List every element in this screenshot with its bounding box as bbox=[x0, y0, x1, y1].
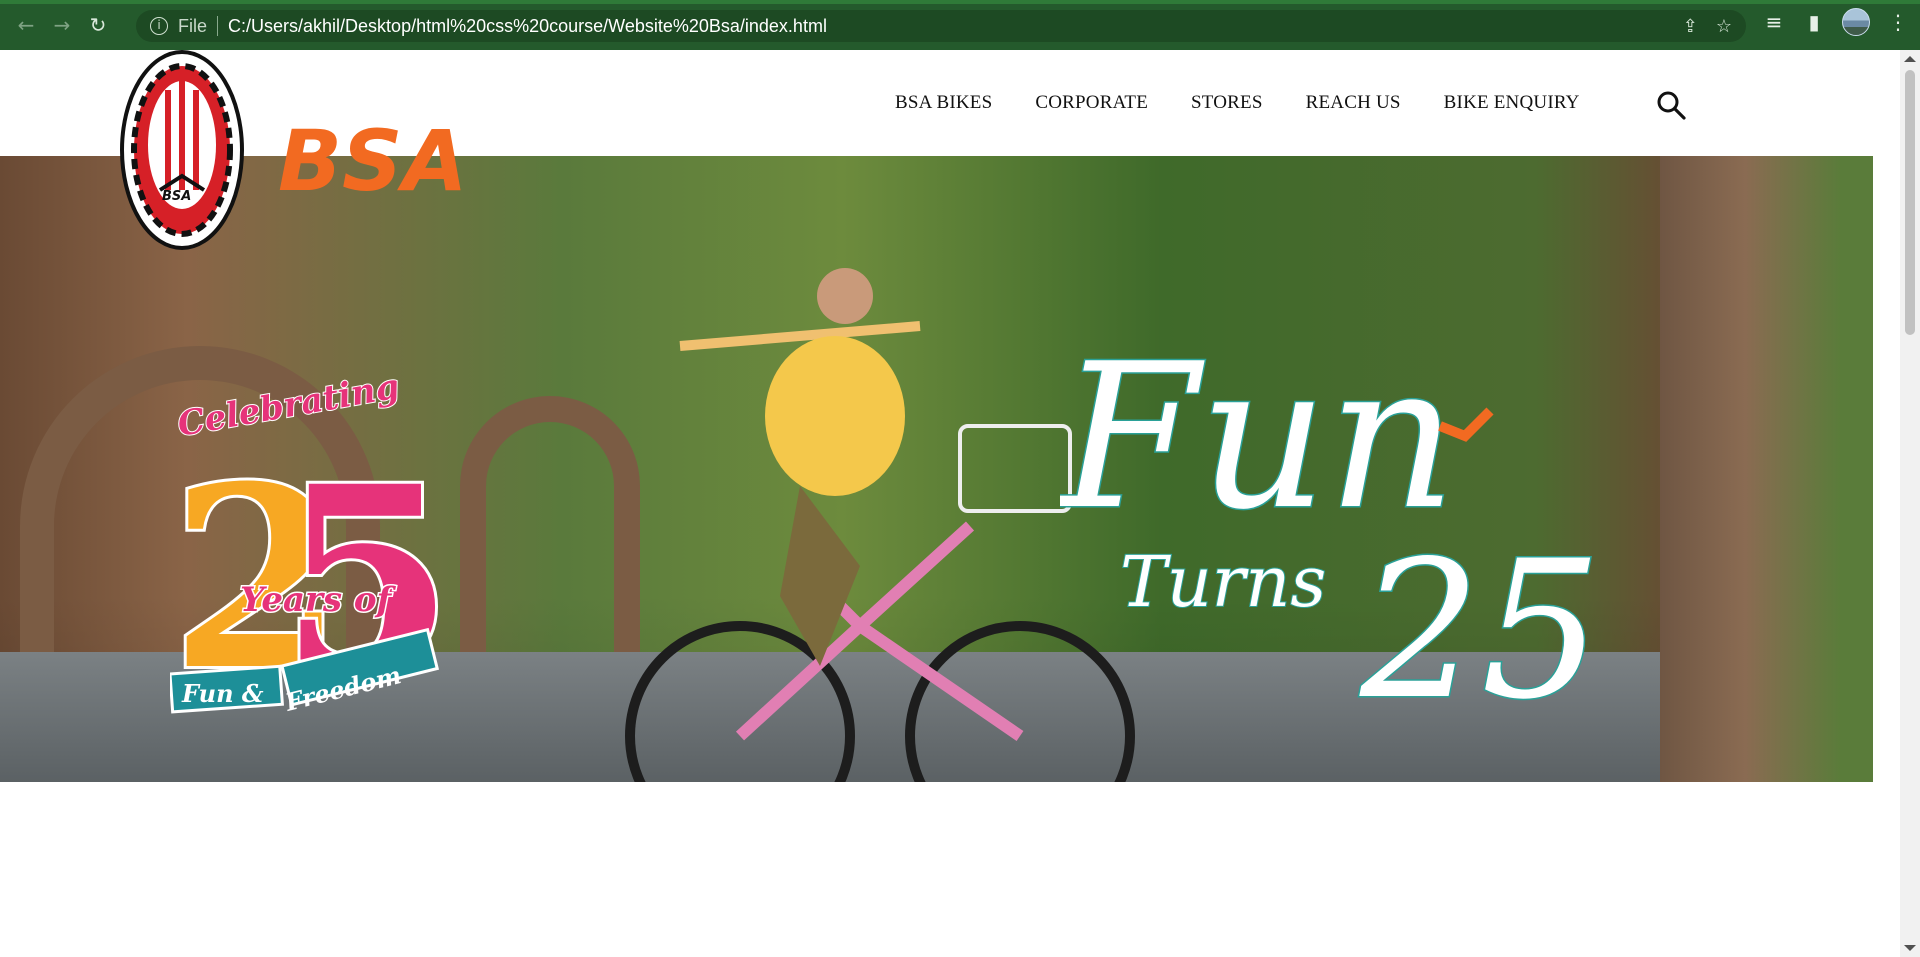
url-text[interactable]: C:/Users/akhil/Desktop/html%20css%20cour… bbox=[228, 16, 827, 37]
scroll-down-icon[interactable] bbox=[1904, 945, 1916, 951]
nav-reach-us[interactable]: REACH US bbox=[1306, 92, 1401, 114]
hero-repeat-edge bbox=[1660, 156, 1873, 782]
site-info-icon[interactable]: i bbox=[150, 17, 168, 35]
divider bbox=[217, 16, 219, 36]
share-icon[interactable]: ⇪ bbox=[1683, 16, 1698, 37]
years-of-text: Years of bbox=[240, 580, 397, 620]
search-icon[interactable] bbox=[1656, 90, 1686, 120]
browser-toolbar: ← → ↻ i File C:/Users/akhil/Desktop/html… bbox=[0, 0, 1920, 50]
logo-badge-text: BSA bbox=[162, 189, 191, 204]
celebrating-25-graphic: Celebrating 2 5 Years of Fun & Freedom bbox=[170, 366, 457, 728]
side-panel-icon[interactable]: ▮ bbox=[1802, 10, 1826, 34]
more-menu-icon[interactable]: ⋮ bbox=[1886, 10, 1910, 34]
address-bar[interactable]: i File C:/Users/akhil/Desktop/html%20css… bbox=[136, 10, 1746, 42]
page-scrollbar[interactable] bbox=[1900, 50, 1920, 957]
scrollbar-thumb[interactable] bbox=[1905, 70, 1915, 335]
fun-and-text: Fun & bbox=[181, 679, 264, 708]
nav-bike-enquiry[interactable]: BIKE ENQUIRY bbox=[1444, 92, 1580, 114]
scroll-up-icon[interactable] bbox=[1904, 56, 1916, 62]
turns-number-text: 25 bbox=[1359, 520, 1602, 726]
nav-stores[interactable]: STORES bbox=[1191, 92, 1263, 114]
back-arrow-icon[interactable]: ← bbox=[8, 7, 44, 43]
reading-list-icon[interactable]: ≡ bbox=[1762, 10, 1786, 34]
forward-arrow-icon[interactable]: → bbox=[44, 7, 80, 43]
fun-turns-25-graphic: Fun Turns 25 bbox=[1060, 320, 1603, 727]
brand-wordmark: BSA bbox=[278, 112, 468, 210]
tab-strip-edge bbox=[0, 0, 1920, 4]
main-nav: BSA BIKES CORPORATE STORES REACH US BIKE… bbox=[895, 92, 1623, 114]
profile-avatar[interactable] bbox=[1842, 8, 1870, 36]
web-page: Celebrating 2 5 Years of Fun & Freedom F… bbox=[0, 50, 1900, 957]
nav-bsa-bikes[interactable]: BSA BIKES bbox=[895, 92, 992, 114]
nav-corporate[interactable]: CORPORATE bbox=[1035, 92, 1148, 114]
bookmark-star-icon[interactable]: ☆ bbox=[1716, 16, 1732, 37]
scheme-label: File bbox=[178, 15, 208, 36]
reload-icon[interactable]: ↻ bbox=[80, 7, 116, 43]
turns-text: Turns bbox=[1120, 541, 1326, 623]
bsa-logo[interactable]: BSA BSA bbox=[120, 50, 550, 250]
